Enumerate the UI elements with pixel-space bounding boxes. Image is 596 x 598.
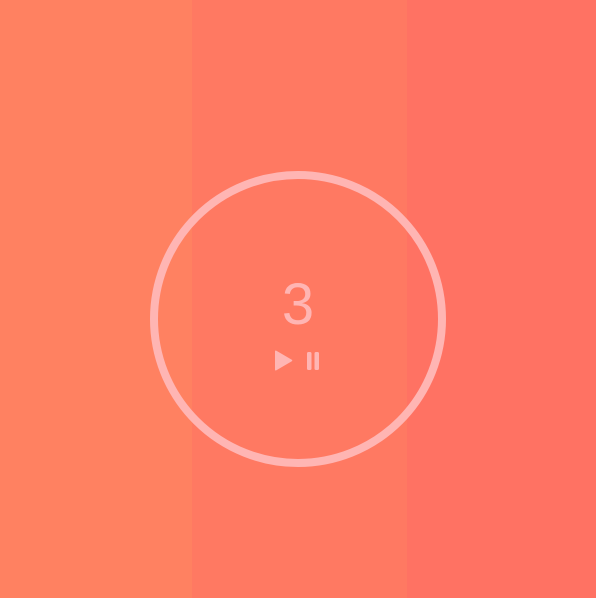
play-icon: [275, 350, 293, 371]
countdown-number: 3: [281, 272, 315, 337]
playback-controls: [272, 349, 326, 373]
pause-button[interactable]: [304, 350, 322, 372]
play-button[interactable]: [272, 349, 294, 373]
pause-icon: [307, 352, 319, 370]
